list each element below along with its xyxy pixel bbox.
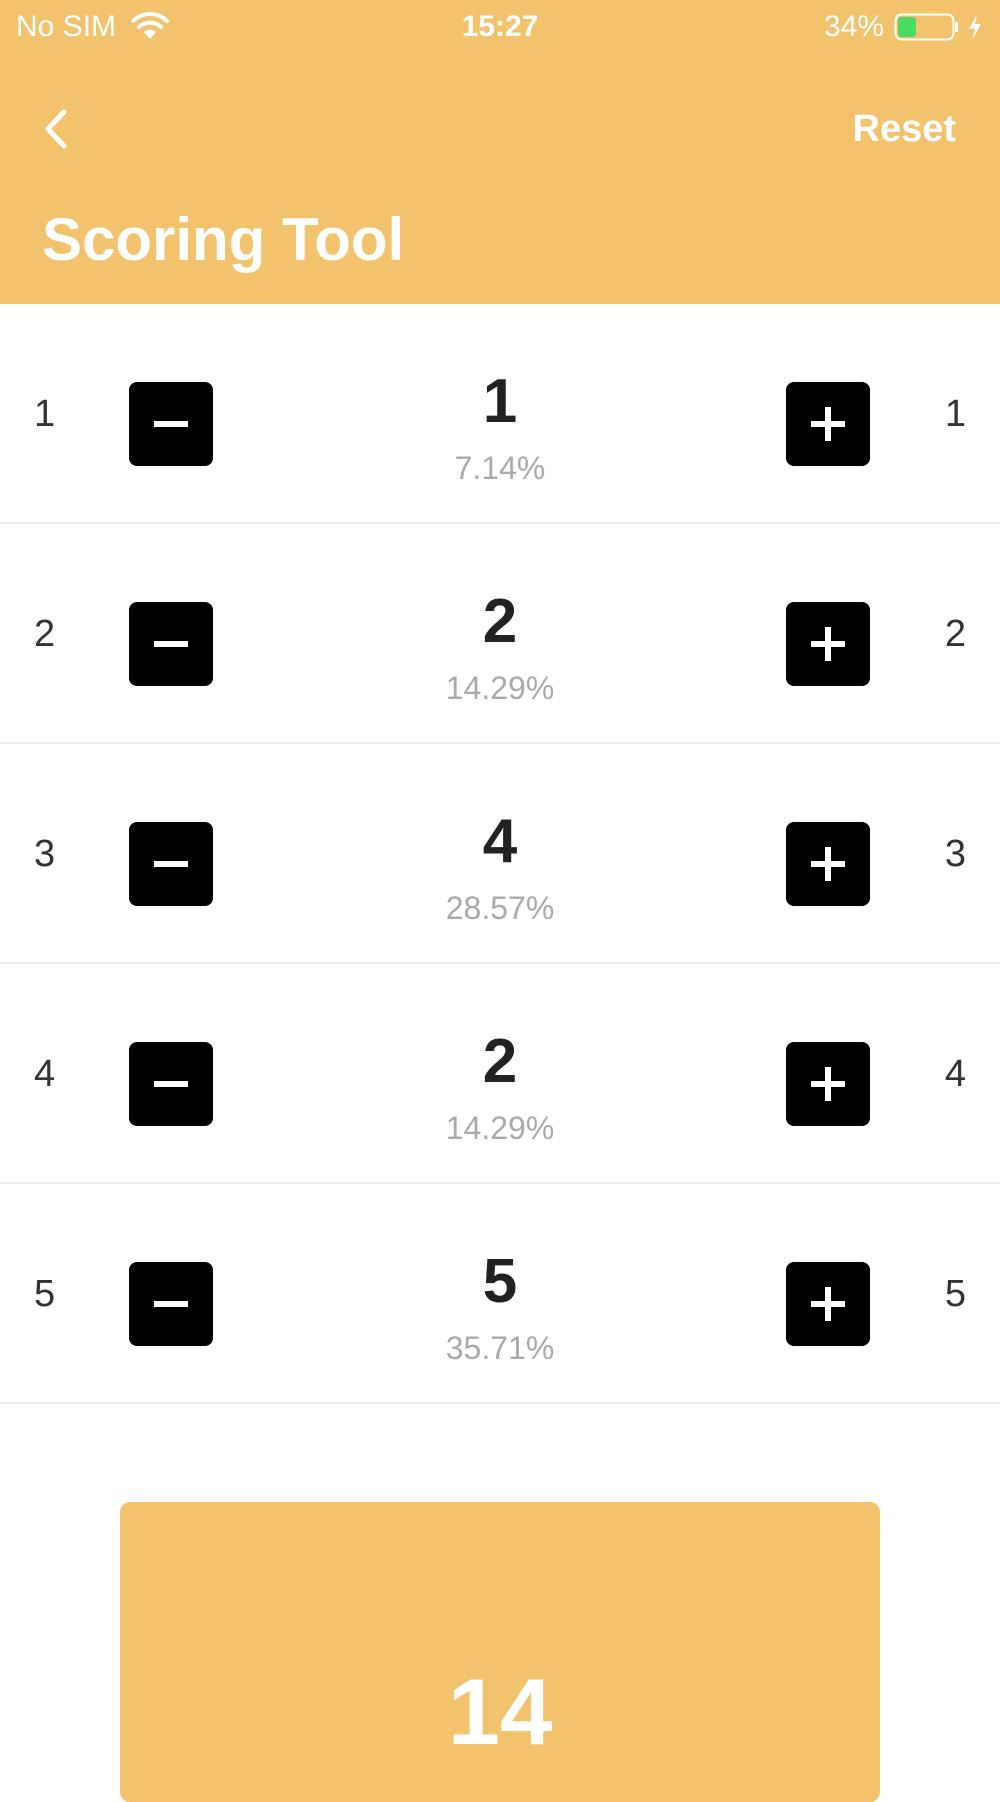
row-label-left: 4 — [34, 1053, 56, 1095]
score-row: 3 4 28.57% 3 — [0, 744, 1000, 964]
increment-button[interactable] — [786, 1042, 870, 1126]
score-list: 1 1 7.14% 1 2 2 14.29% 2 3 4 28.57% 3 4 … — [0, 304, 1000, 1404]
minus-icon — [154, 641, 188, 647]
minus-icon — [154, 1081, 188, 1087]
score-count: 1 — [482, 367, 518, 436]
decrement-button[interactable] — [129, 822, 213, 906]
header: No SIM 15:27 34% Reset Scoring Tool — [0, 0, 1000, 304]
decrement-button[interactable] — [129, 1262, 213, 1346]
row-label-right: 2 — [944, 613, 966, 655]
charging-bolt-icon — [969, 14, 981, 40]
score-percent: 14.29% — [445, 1110, 555, 1146]
row-label-left: 2 — [34, 613, 56, 655]
increment-button[interactable] — [786, 382, 870, 466]
plus-icon — [811, 1067, 845, 1101]
decrement-button[interactable] — [129, 382, 213, 466]
total-card: 14 — [120, 1502, 880, 1802]
increment-button[interactable] — [786, 1262, 870, 1346]
score-row: 4 2 14.29% 4 — [0, 964, 1000, 1184]
plus-icon — [811, 407, 845, 441]
decrement-button[interactable] — [129, 602, 213, 686]
row-label-right: 3 — [944, 833, 966, 875]
battery-percent: 34% — [823, 10, 884, 43]
minus-icon — [154, 421, 188, 427]
reset-button[interactable]: Reset — [853, 108, 957, 151]
increment-button[interactable] — [786, 822, 870, 906]
increment-button[interactable] — [786, 602, 870, 686]
plus-icon — [811, 627, 845, 661]
page-title: Scoring Tool — [42, 206, 405, 273]
score-percent: 14.29% — [445, 670, 555, 706]
chevron-left-icon — [45, 109, 67, 149]
row-label-left: 1 — [34, 393, 56, 435]
back-button[interactable] — [36, 104, 76, 154]
battery-icon — [894, 13, 958, 41]
status-right: 34% — [824, 10, 984, 44]
score-percent: 7.14% — [454, 450, 546, 486]
row-label-left: 3 — [34, 833, 56, 875]
score-count: 2 — [482, 587, 518, 656]
score-percent: 35.71% — [445, 1330, 555, 1366]
row-label-right: 4 — [944, 1053, 966, 1095]
score-row: 1 1 7.14% 1 — [0, 304, 1000, 524]
status-bar: No SIM 15:27 34% — [0, 0, 1000, 56]
score-percent: 28.57% — [445, 890, 555, 926]
minus-icon — [154, 861, 188, 867]
decrement-button[interactable] — [129, 1042, 213, 1126]
minus-icon — [154, 1301, 188, 1307]
score-count: 2 — [482, 1027, 518, 1096]
row-label-left: 5 — [34, 1273, 56, 1315]
score-count: 5 — [482, 1247, 518, 1316]
score-count: 4 — [482, 807, 518, 876]
plus-icon — [811, 847, 845, 881]
plus-icon — [811, 1287, 845, 1321]
row-label-right: 5 — [944, 1273, 966, 1315]
row-label-right: 1 — [944, 393, 966, 435]
score-row: 5 5 35.71% 5 — [0, 1184, 1000, 1404]
score-row: 2 2 14.29% 2 — [0, 524, 1000, 744]
total-score: 14 — [447, 1659, 553, 1764]
